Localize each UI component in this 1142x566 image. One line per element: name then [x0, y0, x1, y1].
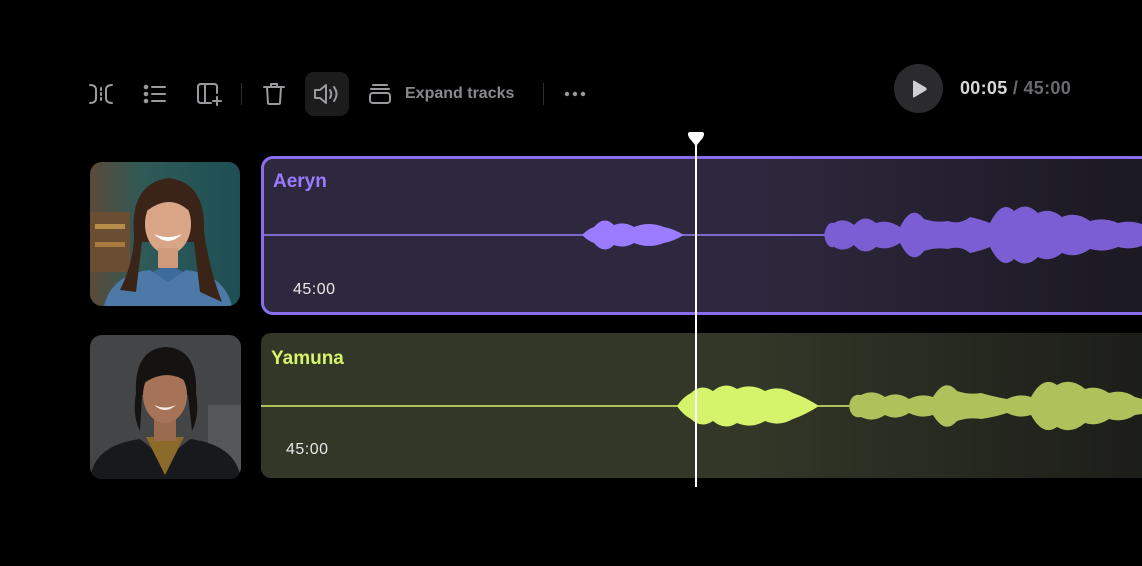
current-time: 00:05	[960, 78, 1008, 98]
expand-tracks-label: Expand tracks	[405, 85, 515, 102]
volume-button[interactable]	[305, 72, 349, 116]
playhead-line[interactable]	[695, 140, 697, 487]
list-icon	[143, 84, 166, 104]
waveform-yamuna	[261, 381, 1142, 431]
split-icon	[89, 84, 113, 104]
track-duration-aeryn: 45:00	[293, 281, 336, 298]
track-duration-yamuna: 45:00	[286, 441, 329, 458]
toolbar-divider	[241, 83, 242, 105]
expand-tracks-button[interactable]: Expand tracks	[368, 80, 514, 108]
add-layout-icon	[197, 83, 222, 106]
total-time: 45:00	[1023, 78, 1072, 98]
time-separator: /	[1012, 78, 1019, 98]
waveform-aeryn	[264, 206, 1142, 264]
add-layout-button[interactable]	[187, 72, 231, 116]
play-button[interactable]	[894, 64, 943, 113]
trash-icon	[263, 83, 285, 105]
toolbar-divider	[543, 83, 544, 105]
volume-icon	[314, 84, 338, 104]
split-button[interactable]	[79, 72, 123, 116]
list-button[interactable]	[133, 72, 177, 116]
more-icon	[564, 91, 586, 97]
delete-button[interactable]	[252, 72, 296, 116]
track-name-yamuna: Yamuna	[271, 348, 344, 369]
track-yamuna[interactable]: Yamuna 45:00	[261, 333, 1142, 478]
track-aeryn[interactable]: Aeryn 45:00	[261, 156, 1142, 315]
time-display: 00:05 / 45:00	[960, 78, 1071, 99]
avatar-aeryn[interactable]	[90, 162, 240, 306]
avatar-yamuna[interactable]	[90, 335, 241, 479]
playhead-handle[interactable]	[686, 131, 706, 149]
track-name-aeryn: Aeryn	[273, 171, 327, 192]
layers-icon	[369, 84, 391, 104]
more-button[interactable]	[553, 72, 597, 116]
play-icon	[912, 80, 927, 97]
